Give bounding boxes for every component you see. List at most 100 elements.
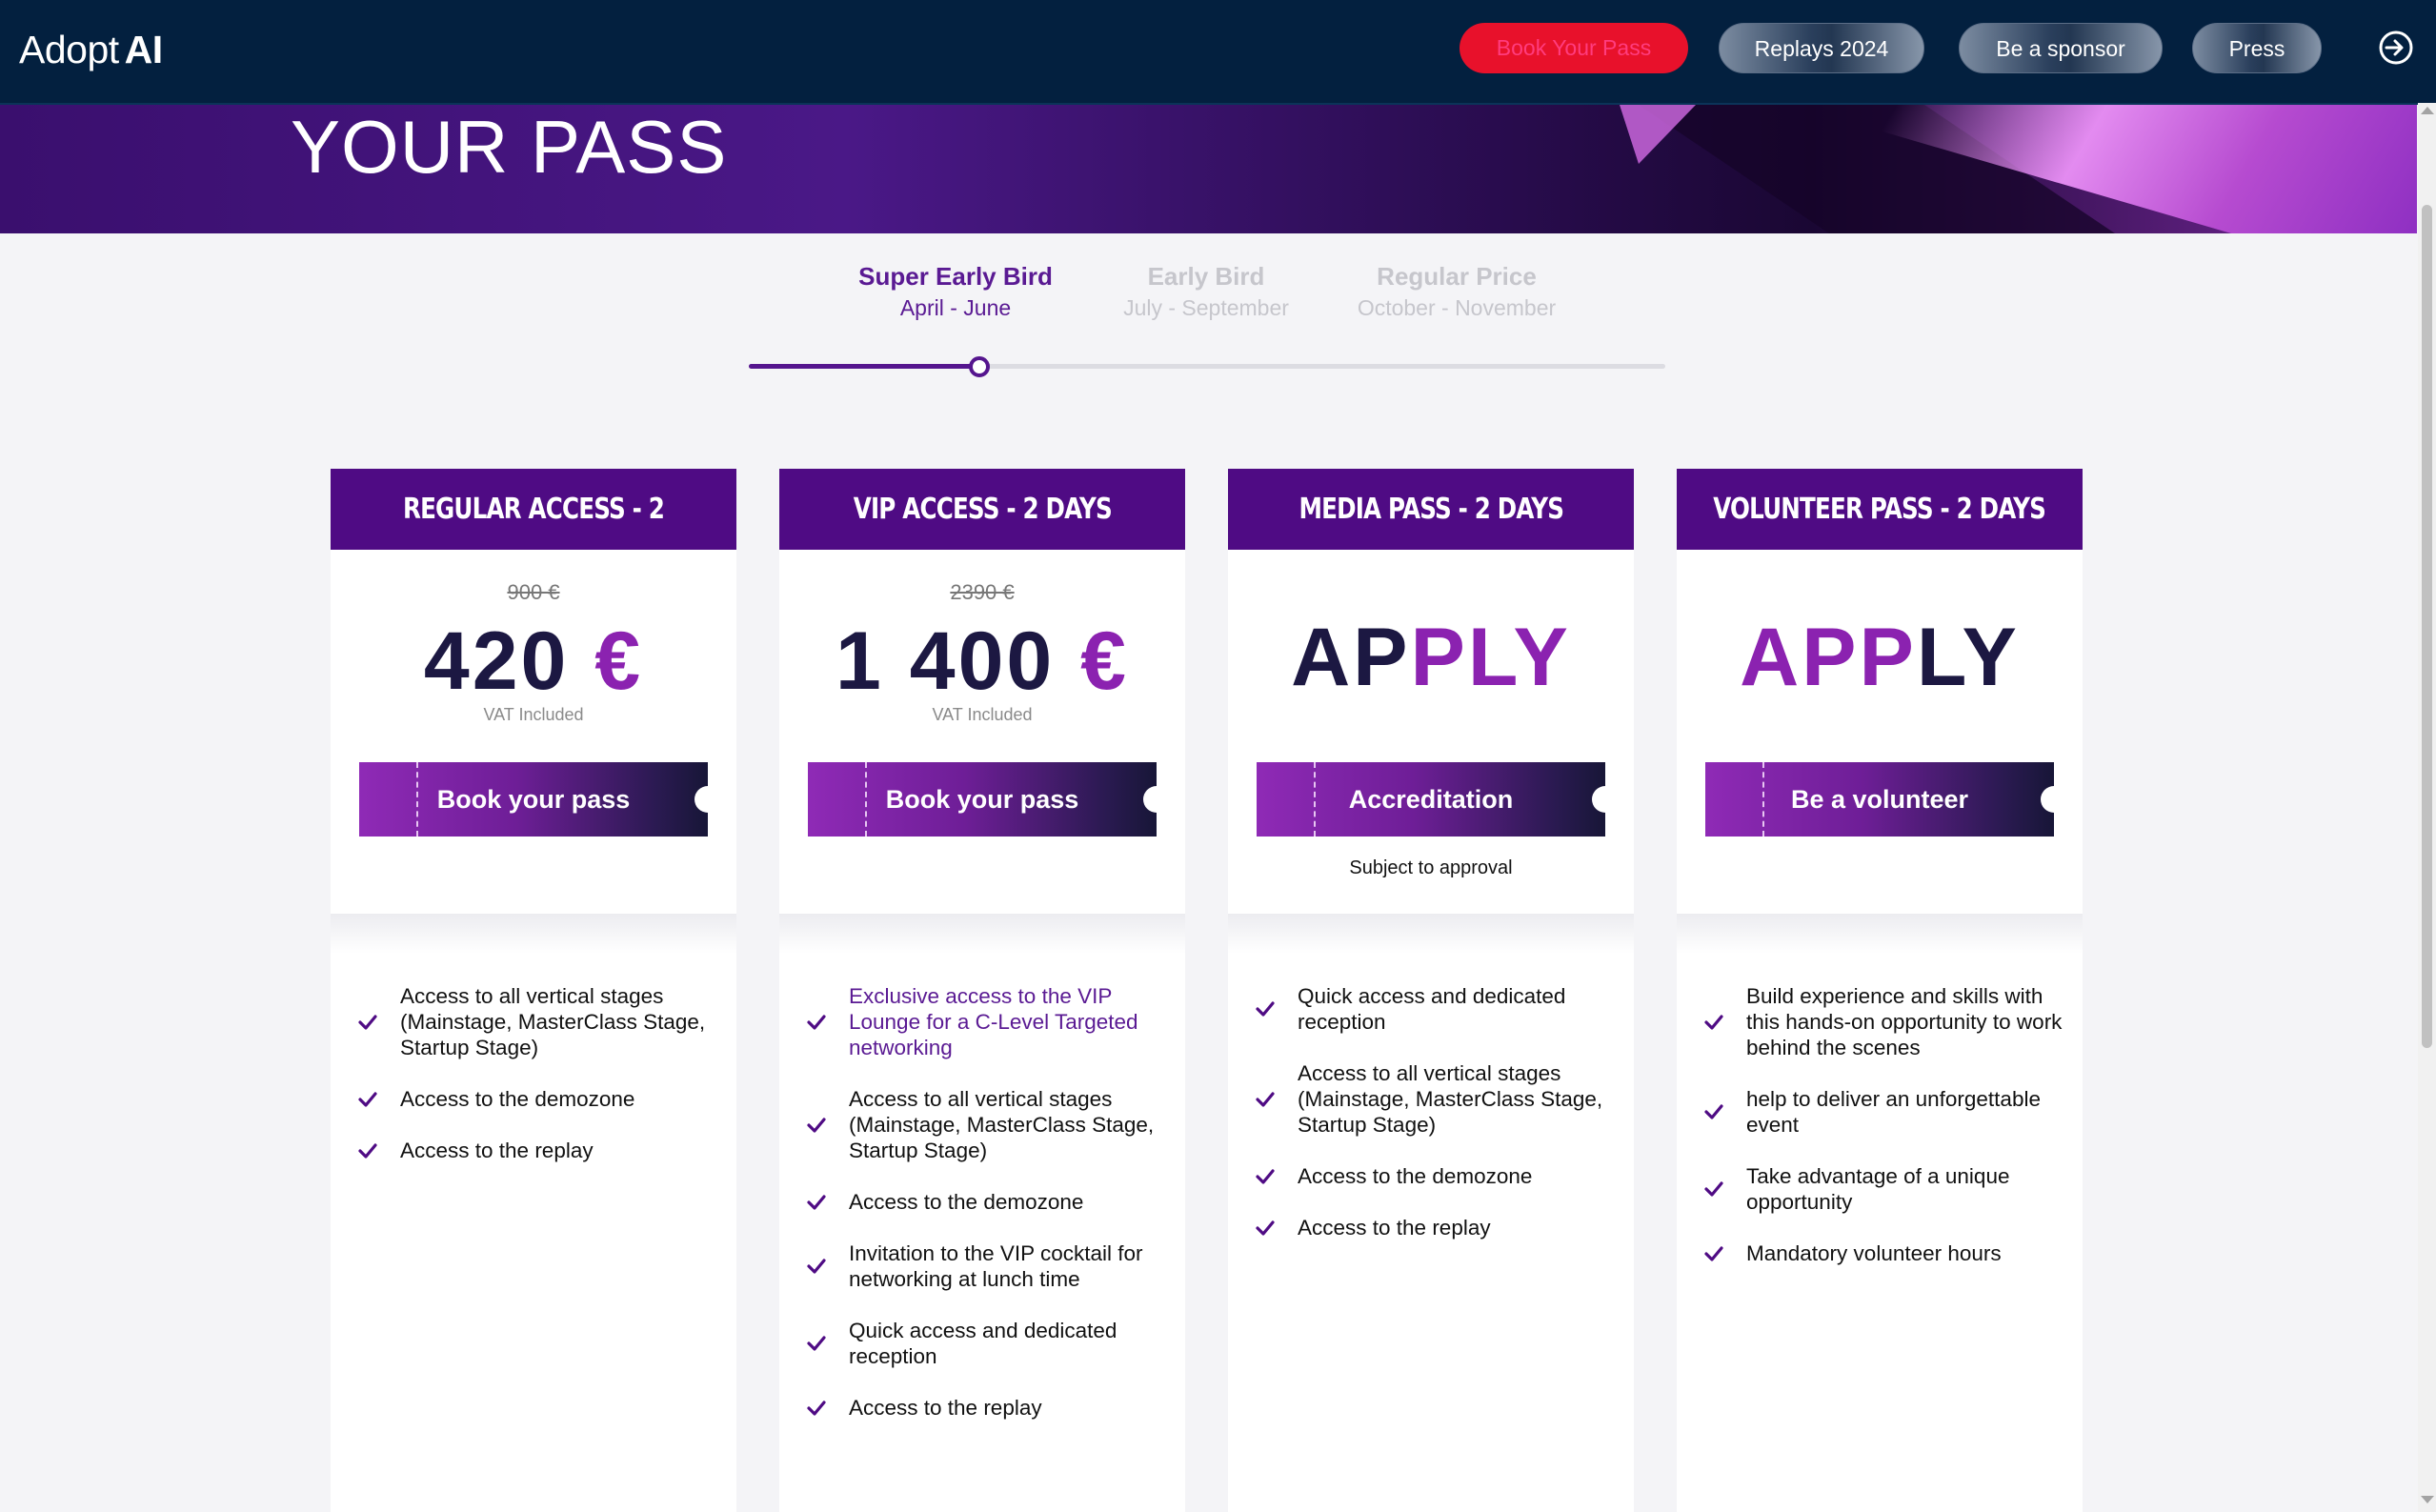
feature-text: Exclusive access to the VIP Lounge for a… [849,984,1138,1059]
feature-text: Access to all vertical stages (Mainstage… [849,1087,1155,1162]
period-name: Early Bird [1147,262,1265,291]
page-title: YOUR PASS [291,105,728,189]
feature-item: Quick access and dedicated reception [806,1318,1168,1369]
card-title: MEDIA PASS - 2 DAYS [1228,469,1634,550]
check-icon [807,1194,826,1210]
card-title: VOLUNTEER PASS - 2 DAYS [1677,469,2083,550]
accreditation-button[interactable]: Accreditation [1257,762,1605,837]
pricing-timeline-slider[interactable] [749,356,1665,377]
period-dates: July - September [1123,295,1289,320]
feature-text: Access to the replay [1298,1216,1491,1240]
feature-text: Take advantage of a unique opportunity [1746,1164,2010,1214]
period-early-bird[interactable]: Early Bird July - September [1063,259,1349,322]
old-price: 2390 € [950,580,1015,604]
feature-item: Access to the demozone [806,1189,1168,1215]
book-pass-button[interactable]: Book your pass [808,762,1157,837]
scroll-up-icon[interactable] [2421,107,2434,114]
feature-item: Quick access and dedicated reception [1255,983,1617,1035]
pass-card-media: MEDIA PASS - 2 DAYS APPLY Accreditation … [1228,469,1634,1512]
pricing-timeline-knob[interactable] [968,356,990,377]
feature-text: Access to the demozone [400,1087,635,1111]
check-icon [1256,1220,1275,1236]
nav-sponsor-button[interactable]: Be a sponsor [1959,23,2163,73]
feature-text: Access to all vertical stages (Mainstage… [1298,1061,1603,1137]
scroll-down-icon[interactable] [2421,1496,2434,1503]
feature-list: Quick access and dedicated reception Acce… [1255,983,1617,1266]
hero-decoration [1620,105,1696,164]
feature-item: Access to all vertical stages (Mainstage… [357,983,719,1060]
feature-text: Access to all vertical stages (Mainstage… [400,984,706,1059]
nav-press-button[interactable]: Press [2192,23,2322,73]
book-pass-button[interactable]: Book your pass [359,762,708,837]
feature-text: Invitation to the VIP cocktail for netwo… [849,1241,1143,1291]
period-super-early-bird[interactable]: Super Early Bird April - June [813,259,1098,322]
check-icon [1704,1245,1723,1261]
feature-text: Quick access and dedicated reception [1298,984,1566,1034]
check-icon [1256,1091,1275,1107]
pass-card-vip: VIP ACCESS - 2 DAYS 2390 € 1 400 € VAT I… [779,469,1185,1512]
check-icon [358,1142,377,1159]
feature-text: help to deliver an unforgettable event [1746,1087,2041,1137]
price: 420 € [423,615,644,707]
feature-item: Build experience and skills with this ha… [1703,983,2065,1060]
pass-card-volunteer: VOLUNTEER PASS - 2 DAYS APPLY Be a volun… [1677,469,2083,1512]
period-regular-price[interactable]: Regular Price October - November [1314,259,1600,322]
check-icon [1704,1181,1723,1197]
vat-note: VAT Included [932,705,1033,724]
login-icon[interactable] [2377,29,2415,67]
vat-note: VAT Included [483,705,584,724]
logo-text: Adopt [19,28,119,71]
feature-text: Quick access and dedicated reception [849,1319,1117,1368]
period-dates: October - November [1357,295,1557,320]
nav-replays-button[interactable]: Replays 2024 [1719,23,1924,73]
feature-item: Access to the demozone [357,1086,719,1112]
check-icon [807,1400,826,1416]
card-title: VIP ACCESS - 2 DAYS [779,469,1185,550]
feature-item: help to deliver an unforgettable event [1703,1086,2065,1138]
feature-item: Exclusive access to the VIP Lounge for a… [806,983,1168,1060]
nav-book-your-pass-button[interactable]: Book Your Pass [1460,23,1688,73]
period-name: Super Early Bird [858,262,1053,291]
feature-item: Access to all vertical stages (Mainstage… [806,1086,1168,1163]
feature-text: Build experience and skills with this ha… [1746,984,2063,1059]
check-icon [1256,1001,1275,1017]
feature-item: Access to the replay [357,1138,719,1163]
feature-item: Access to all vertical stages (Mainstage… [1255,1060,1617,1138]
feature-item: Take advantage of a unique opportunity [1703,1163,2065,1215]
price: 1 400 € [835,615,1129,707]
pass-card-regular: REGULAR ACCESS - 2 DAYS 900 € 420 € VAT … [331,469,736,1512]
top-navbar: Adopt AI Book Your Pass Replays 2024 Be a… [0,0,2436,105]
feature-text: Access to the replay [849,1396,1042,1420]
feature-text: Access to the demozone [1298,1164,1533,1188]
apply-heading: APPLY [1740,612,2020,703]
feature-list: Access to all vertical stages (Mainstage… [357,983,719,1189]
check-icon [807,1014,826,1030]
period-name: Regular Price [1377,262,1537,291]
feature-list: Build experience and skills with this ha… [1703,983,2065,1292]
feature-text: Mandatory volunteer hours [1746,1241,2002,1265]
check-icon [807,1336,826,1351]
old-price: 900 € [507,580,560,604]
apply-heading: APPLY [1291,612,1571,703]
logo-ai: AI [124,28,164,71]
pricing-timeline-progress [749,364,978,369]
be-volunteer-button[interactable]: Be a volunteer [1705,762,2054,837]
site-logo[interactable]: Adopt AI [19,21,163,78]
check-icon [807,1117,826,1133]
hero-banner: YOUR PASS [0,105,2417,233]
check-icon [1704,1104,1723,1119]
feature-item: Invitation to the VIP cocktail for netwo… [806,1240,1168,1292]
feature-list: Exclusive access to the VIP Lounge for a… [806,983,1168,1446]
period-dates: April - June [899,295,1012,320]
check-icon [358,1014,377,1030]
feature-item: Access to the replay [806,1395,1168,1421]
feature-item: Mandatory volunteer hours [1703,1240,2065,1266]
approval-note: Subject to approval [1349,857,1513,878]
check-icon [1704,1014,1723,1030]
check-icon [807,1259,826,1274]
card-title: REGULAR ACCESS - 2 DAYS [331,469,736,607]
scrollbar-thumb[interactable] [2422,205,2432,1048]
feature-text: Access to the demozone [849,1190,1084,1214]
feature-item: Access to the replay [1255,1215,1617,1240]
check-icon [358,1091,377,1107]
